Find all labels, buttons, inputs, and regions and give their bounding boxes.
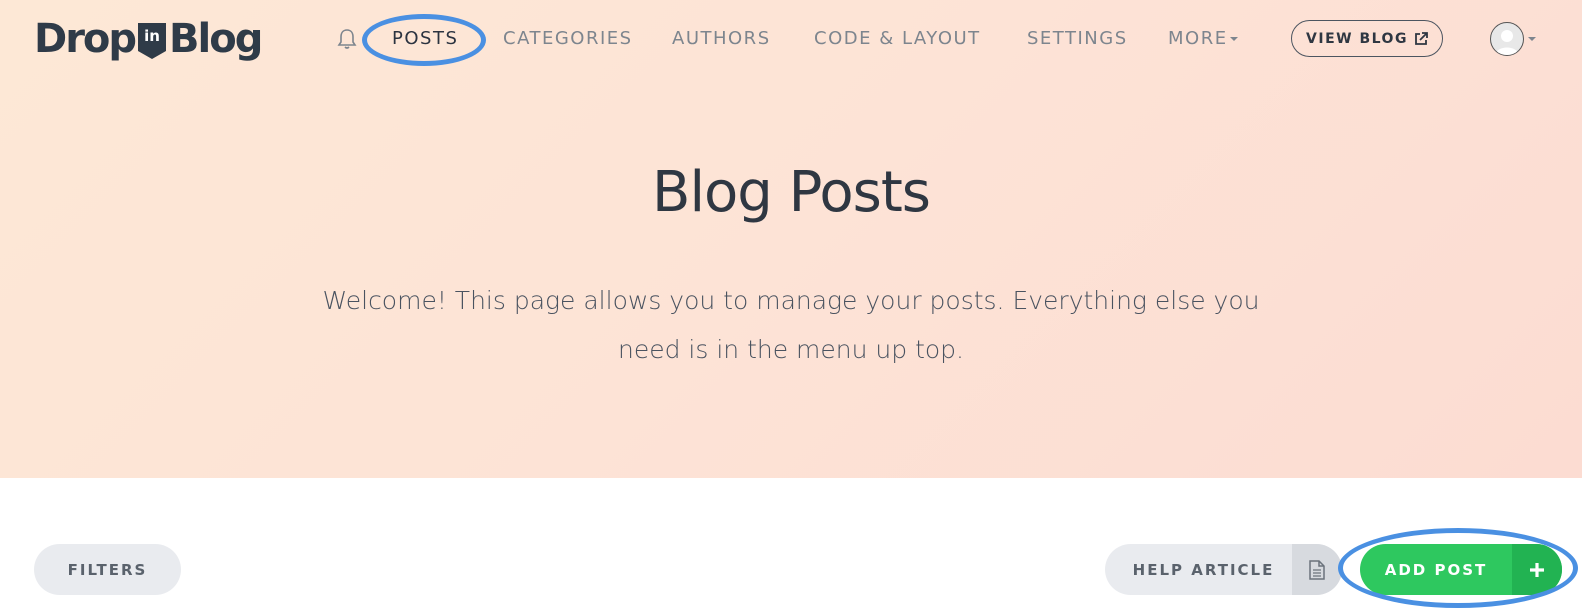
view-blog-label: VIEW BLOG <box>1306 30 1408 47</box>
page-description: Welcome! This page allows you to manage … <box>322 286 1260 364</box>
user-avatar[interactable] <box>1490 22 1524 56</box>
external-link-icon <box>1415 31 1428 45</box>
annotation-circle-add-post <box>1338 528 1578 608</box>
top-navigation: POSTS CATEGORIES AUTHORS CODE & LAYOUT S… <box>0 0 1582 78</box>
nav-authors[interactable]: AUTHORS <box>672 28 771 50</box>
caret-down-icon <box>1229 37 1238 41</box>
bell-icon[interactable] <box>337 28 357 50</box>
help-article-button[interactable]: HELP ARTICLE <box>1105 544 1342 595</box>
annotation-circle-posts <box>362 14 486 66</box>
nav-categories[interactable]: CATEGORIES <box>503 28 633 50</box>
nav-code-layout[interactable]: CODE & LAYOUT <box>814 28 981 50</box>
help-article-label: HELP ARTICLE <box>1132 560 1275 579</box>
page-title: Blog Posts <box>652 160 931 225</box>
nav-more-label: MORE <box>1168 28 1228 49</box>
nav-more[interactable]: MORE <box>1168 28 1238 50</box>
help-article-icon-area <box>1292 544 1342 595</box>
view-blog-button[interactable]: VIEW BLOG <box>1291 20 1443 57</box>
document-icon <box>1309 559 1325 580</box>
nav-settings[interactable]: SETTINGS <box>1027 28 1128 50</box>
filters-label: FILTERS <box>67 560 148 579</box>
user-avatar-icon <box>1495 30 1519 55</box>
avatar-caret-down-icon[interactable] <box>1528 37 1536 41</box>
filters-button[interactable]: FILTERS <box>34 544 181 595</box>
